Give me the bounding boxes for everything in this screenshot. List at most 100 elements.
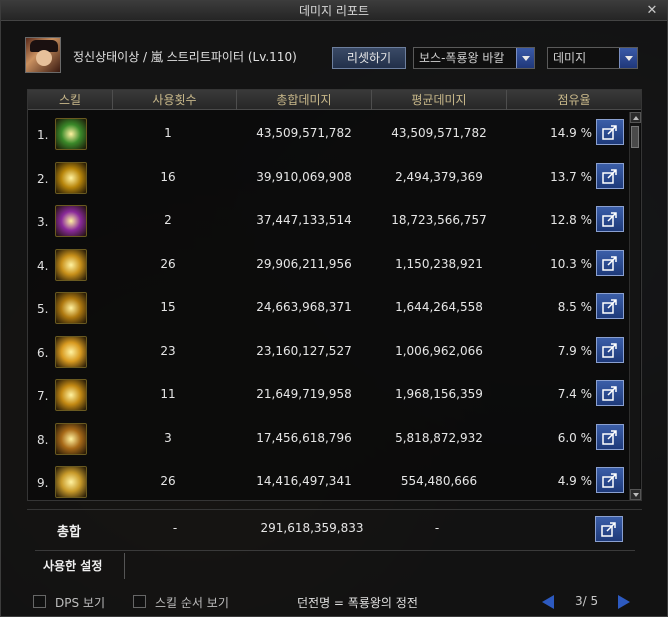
column-share[interactable]: 점유율 — [507, 90, 641, 110]
table-row[interactable]: 4. 26 29,906,211,956 1,150,238,921 10.3 % — [28, 243, 628, 287]
row-rank: 6. — [37, 345, 49, 360]
row-avg-damage: 1,150,238,921 — [395, 256, 483, 271]
row-share: 7.4 % — [557, 387, 592, 401]
share-button[interactable] — [596, 336, 624, 363]
dps-checkbox[interactable] — [33, 595, 46, 608]
row-share: 7.9 % — [557, 343, 592, 358]
mode-dropdown[interactable]: 데미지 — [547, 47, 638, 69]
column-uses[interactable]: 사용횟수 — [113, 90, 237, 110]
row-total-damage: 24,663,968,371 — [256, 300, 352, 314]
share-button[interactable] — [595, 516, 623, 542]
row-rank: 8. — [37, 432, 49, 447]
next-page-icon[interactable] — [618, 595, 630, 609]
row-total-damage: 29,906,211,956 — [256, 256, 352, 271]
row-avg-damage: 2,494,379,369 — [395, 169, 483, 184]
row-share: 10.3 % — [550, 256, 592, 271]
mode-dropdown-value: 데미지 — [553, 51, 587, 65]
row-uses: 15 — [160, 300, 176, 314]
table-row[interactable]: 2. 16 39,910,069,908 2,494,379,369 13.7 % — [28, 156, 628, 200]
total-label: 총합 — [57, 525, 81, 540]
row-rank: 1. — [37, 128, 49, 142]
row-rank: 5. — [37, 302, 49, 316]
row-avg-damage: 43,509,571,782 — [391, 126, 487, 140]
skill-icon — [55, 335, 87, 368]
column-avg-damage[interactable]: 평균데미지 — [372, 90, 507, 110]
share-button[interactable] — [596, 249, 624, 276]
row-total-damage: 43,509,571,782 — [256, 126, 352, 140]
title-bar[interactable]: 데미지 리포트 ✕ — [1, 1, 667, 21]
table-row[interactable]: 6. 23 23,160,127,527 1,006,962,066 7.9 % — [28, 330, 628, 374]
row-uses: 23 — [160, 343, 176, 358]
row-share: 8.5 % — [557, 300, 592, 314]
scroll-down-icon[interactable] — [630, 489, 641, 500]
total-row: 총합 - 291,618,359,833 - — [27, 509, 642, 547]
row-total-damage: 14,416,497,341 — [256, 474, 352, 488]
skill-icon — [55, 118, 87, 150]
row-uses: 3 — [164, 430, 172, 445]
dungeon-name: 던전명 = 폭룡왕의 정전 — [297, 596, 418, 610]
share-button[interactable] — [596, 206, 624, 232]
row-avg-damage: 18,723,566,757 — [391, 213, 487, 227]
scrollbar[interactable] — [629, 112, 641, 500]
row-share: 14.9 % — [550, 126, 592, 140]
table-row[interactable]: 1. 1 43,509,571,782 43,509,571,782 14.9 % — [28, 112, 628, 156]
share-icon — [601, 522, 616, 537]
reset-button[interactable]: 리셋하기 — [332, 47, 406, 69]
total-damage: 291,618,359,833 — [260, 521, 364, 535]
row-share: 13.7 % — [550, 169, 592, 184]
prev-page-icon[interactable] — [542, 595, 554, 609]
row-rank: 9. — [37, 476, 49, 490]
row-uses: 2 — [164, 213, 172, 227]
share-button[interactable] — [596, 119, 624, 145]
row-share: 6.0 % — [557, 430, 592, 445]
character-name: 정신상태이상 / 嵐 스트리트파이터 (Lv.110) — [73, 50, 297, 64]
divider — [35, 550, 635, 551]
row-uses: 16 — [160, 169, 176, 184]
table-row[interactable]: 8. 3 17,456,618,796 5,818,872,932 6.0 % — [28, 417, 628, 461]
damage-report-window: 데미지 리포트 ✕ 정신상태이상 / 嵐 스트리트파이터 (Lv.110) 리셋… — [0, 0, 668, 617]
row-avg-damage: 1,006,962,066 — [395, 343, 483, 358]
table-row[interactable]: 7. 11 21,649,719,958 1,968,156,359 7.4 % — [28, 373, 628, 417]
column-total-damage[interactable]: 총합데미지 — [237, 90, 372, 110]
close-icon[interactable]: ✕ — [645, 4, 659, 18]
row-uses: 1 — [164, 126, 172, 140]
skill-icon — [55, 161, 87, 194]
report-header: 정신상태이상 / 嵐 스트리트파이터 (Lv.110) 리셋하기 보스-폭룡왕 … — [25, 37, 640, 75]
tab-used-settings[interactable]: 사용한 설정 — [35, 553, 125, 579]
share-button[interactable] — [596, 380, 624, 406]
filter-dropdown-value: 보스-폭룡왕 바칼 — [419, 51, 505, 65]
table-header: 스킬 사용횟수 총합데미지 평균데미지 점유율 — [28, 90, 641, 110]
share-button[interactable] — [596, 423, 624, 450]
skill-icon — [55, 379, 87, 411]
column-skill[interactable]: 스킬 — [28, 90, 113, 110]
filter-dropdown[interactable]: 보스-폭룡왕 바칼 — [413, 47, 535, 69]
table-row[interactable]: 3. 2 37,447,133,514 18,723,566,757 12.8 % — [28, 199, 628, 243]
row-uses: 26 — [160, 474, 176, 488]
scroll-up-icon[interactable] — [630, 112, 641, 123]
row-uses: 26 — [160, 256, 176, 271]
row-avg-damage: 1,644,264,558 — [395, 300, 483, 314]
chevron-down-icon[interactable] — [619, 48, 637, 68]
skill-order-label: 스킬 순서 보기 — [155, 596, 229, 610]
share-button[interactable] — [596, 162, 624, 189]
skill-order-checkbox[interactable] — [133, 595, 146, 608]
row-uses: 11 — [160, 387, 176, 401]
footer: DPS 보기 스킬 순서 보기 던전명 = 폭룡왕의 정전 3/ 5 — [1, 591, 667, 615]
skill-icon — [55, 248, 87, 281]
row-rank: 2. — [37, 171, 49, 186]
table-row[interactable]: 9. 26 14,416,497,341 554,480,666 4.9 % — [28, 460, 628, 504]
scroll-thumb[interactable] — [631, 126, 639, 148]
row-share: 4.9 % — [557, 474, 592, 488]
skill-table: 스킬 사용횟수 총합데미지 평균데미지 점유율 1. 1 43,509,571,78… — [27, 89, 642, 501]
row-share: 12.8 % — [550, 213, 592, 227]
skill-icon — [55, 292, 87, 324]
share-button[interactable] — [596, 467, 624, 493]
skill-icon — [55, 422, 87, 455]
chevron-down-icon[interactable] — [516, 48, 534, 68]
share-button[interactable] — [596, 293, 624, 319]
table-row[interactable]: 5. 15 24,663,968,371 1,644,264,558 8.5 % — [28, 286, 628, 330]
row-rank: 7. — [37, 389, 49, 403]
row-total-damage: 23,160,127,527 — [256, 343, 352, 358]
row-total-damage: 37,447,133,514 — [256, 213, 352, 227]
row-avg-damage: 5,818,872,932 — [395, 430, 483, 445]
